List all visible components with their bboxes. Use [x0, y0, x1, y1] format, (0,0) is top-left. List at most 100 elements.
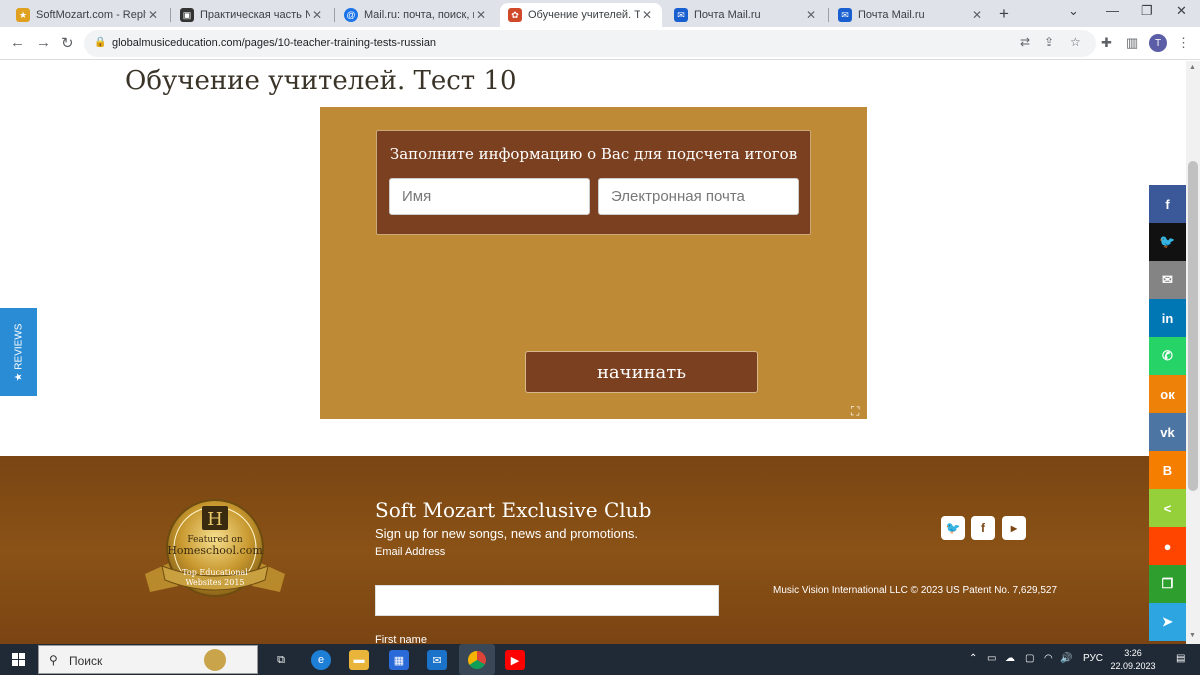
- start-button[interactable]: начинать: [525, 351, 758, 393]
- reddit-icon: ●: [1163, 538, 1172, 554]
- windows-taskbar: ⚲ Поиск ⧉ e ▬ ▦ ✉ ▶ ⌃ ▭ ☁ ▢ ◠ 🔊 РУС 3:26…: [0, 644, 1200, 675]
- tab-mail-1[interactable]: ✉ Почта Mail.ru ✕: [666, 3, 826, 27]
- search-highlight-icon: [204, 649, 226, 671]
- close-icon[interactable]: ✕: [474, 8, 488, 22]
- share-vk-button[interactable]: vk: [1149, 413, 1186, 451]
- task-view-icon[interactable]: ⧉: [271, 650, 291, 670]
- site-footer: H Featured on Homeschool.com Top Educati…: [0, 456, 1186, 644]
- tab-softmozart[interactable]: ★ SoftMozart.com - Reply: - S ✕: [8, 3, 168, 27]
- linkedin-icon: in: [1161, 310, 1174, 326]
- email-address-label: Email Address: [375, 546, 446, 558]
- youtube-app-icon[interactable]: ▶: [505, 650, 525, 670]
- page-viewport: Обучение учителей. Тест 10 Заполните инф…: [0, 61, 1186, 644]
- share-copy-button[interactable]: ❐: [1149, 565, 1186, 603]
- facebook-icon[interactable]: f: [971, 516, 995, 540]
- translate-icon[interactable]: ⇄: [1020, 35, 1030, 49]
- mail-app-icon[interactable]: ✉: [427, 650, 447, 670]
- edge-icon[interactable]: e: [311, 650, 331, 670]
- share-blogger-button[interactable]: B: [1149, 451, 1186, 489]
- newsletter-email-input[interactable]: [375, 585, 719, 616]
- social-share-bar: f 🐦 ✉ in ✆ ок vk B < ● ❐ ➤: [1149, 185, 1186, 641]
- restore-icon[interactable]: ❐: [1141, 3, 1153, 19]
- facebook-icon: f: [1165, 196, 1170, 212]
- lock-icon[interactable]: 🔒: [94, 37, 106, 48]
- vk-icon: vk: [1160, 424, 1175, 440]
- fullscreen-icon[interactable]: ⛶: [851, 404, 859, 419]
- close-icon[interactable]: ✕: [146, 8, 160, 22]
- reload-icon[interactable]: ↻: [61, 34, 74, 52]
- share-whatsapp-button[interactable]: ✆: [1149, 337, 1186, 375]
- softmozart-favicon-icon: ★: [16, 8, 30, 22]
- taskbar-clock[interactable]: 3:26 22.09.2023: [1108, 647, 1158, 673]
- scroll-up-arrow-icon[interactable]: ▲: [1189, 64, 1196, 71]
- input-language[interactable]: РУС: [1083, 653, 1103, 664]
- battery-icon[interactable]: ▭: [987, 653, 996, 664]
- share-odnoklassniki-button[interactable]: ок: [1149, 375, 1186, 413]
- share-reddit-button[interactable]: ●: [1149, 527, 1186, 565]
- share-telegram-button[interactable]: ➤: [1149, 603, 1186, 641]
- back-arrow-icon[interactable]: ←: [10, 34, 25, 51]
- minimize-icon[interactable]: —: [1106, 3, 1119, 18]
- reviews-label: ★ REVIEWS: [13, 323, 24, 381]
- taskbar-search[interactable]: ⚲ Поиск: [38, 645, 258, 674]
- clock-date: 22.09.2023: [1110, 661, 1156, 671]
- vertical-scrollbar[interactable]: ▲ ▼: [1186, 61, 1200, 644]
- share-linkedin-button[interactable]: in: [1149, 299, 1186, 337]
- bookmark-star-icon[interactable]: ☆: [1070, 35, 1081, 49]
- notifications-icon[interactable]: ▤: [1176, 653, 1185, 664]
- side-panel-icon[interactable]: ▥: [1126, 35, 1138, 51]
- mail-favicon-icon: ✉: [838, 8, 852, 22]
- chrome-icon[interactable]: [459, 644, 495, 675]
- tray-chevron-icon[interactable]: ⌃: [969, 653, 977, 664]
- wifi-icon[interactable]: ◠: [1044, 653, 1053, 664]
- tab-practical[interactable]: ▣ Практическая часть №8 ✕: [172, 3, 332, 27]
- close-window-icon[interactable]: ✕: [1176, 3, 1187, 19]
- close-icon[interactable]: ✕: [970, 8, 984, 22]
- tab-teacher-training[interactable]: ✿ Обучение учителей. Тест 1 ✕: [500, 3, 662, 27]
- profile-avatar[interactable]: T: [1149, 34, 1167, 52]
- volume-icon[interactable]: 🔊: [1060, 653, 1072, 664]
- share-email-button[interactable]: ✉: [1149, 261, 1186, 299]
- menu-kebab-icon[interactable]: ⋮: [1177, 35, 1190, 51]
- windows-start-icon[interactable]: [12, 653, 25, 666]
- share-icon[interactable]: ⇪: [1044, 35, 1054, 49]
- share-facebook-button[interactable]: f: [1149, 185, 1186, 223]
- close-icon[interactable]: ✕: [640, 8, 654, 22]
- sharethis-icon: <: [1163, 500, 1172, 516]
- chrome-logo-icon: [468, 650, 486, 669]
- new-tab-plus-icon[interactable]: +: [999, 4, 1009, 24]
- club-title: Soft Mozart Exclusive Club: [375, 498, 652, 522]
- scrollbar-thumb[interactable]: [1188, 161, 1198, 491]
- tab-mail-2[interactable]: ✉ Почта Mail.ru ✕: [830, 3, 992, 27]
- close-icon[interactable]: ✕: [804, 8, 818, 22]
- doc-favicon-icon: ▣: [180, 8, 194, 22]
- url-text[interactable]: globalmusiceducation.com/pages/10-teache…: [112, 37, 436, 49]
- svg-text:Websites 2015: Websites 2015: [185, 578, 244, 587]
- butterfly-favicon-icon: ✿: [508, 8, 522, 22]
- copyright-text: Music Vision International LLC © 2023 US…: [773, 585, 1058, 596]
- cloud-icon[interactable]: ☁: [1005, 653, 1015, 664]
- scroll-down-arrow-icon[interactable]: ▼: [1189, 632, 1196, 639]
- store-icon[interactable]: ▦: [389, 650, 409, 670]
- forward-arrow-icon[interactable]: →: [36, 34, 51, 51]
- extensions-puzzle-icon[interactable]: ✚: [1101, 35, 1112, 51]
- address-bar[interactable]: 🔒 globalmusiceducation.com/pages/10-teac…: [84, 30, 1096, 57]
- file-explorer-icon[interactable]: ▬: [349, 650, 369, 670]
- name-input[interactable]: [389, 178, 590, 215]
- share-sharethis-button[interactable]: <: [1149, 489, 1186, 527]
- tab-mailru-search[interactable]: @ Mail.ru: почта, поиск, новос ✕: [336, 3, 496, 27]
- reviews-tab[interactable]: ★ REVIEWS: [0, 308, 37, 396]
- user-info-card: Заполните информацию о Вас для подсчета …: [376, 130, 811, 235]
- blogger-icon: B: [1162, 462, 1173, 478]
- club-subtitle: Sign up for new songs, news and promotio…: [375, 526, 639, 541]
- tab-search-chevron-icon[interactable]: ⌄: [1068, 3, 1079, 19]
- youtube-icon[interactable]: ▶: [1002, 516, 1026, 540]
- meet-icon[interactable]: ▢: [1025, 653, 1034, 664]
- copy-icon: ❐: [1161, 576, 1174, 591]
- tab-separator: [334, 8, 335, 22]
- email-input[interactable]: [598, 178, 799, 215]
- twitter-icon[interactable]: 🐦: [941, 516, 965, 540]
- close-icon[interactable]: ✕: [310, 8, 324, 22]
- share-twitter-button[interactable]: 🐦: [1149, 223, 1186, 261]
- browser-toolbar: ← → ↻ 🔒 globalmusiceducation.com/pages/1…: [0, 27, 1200, 60]
